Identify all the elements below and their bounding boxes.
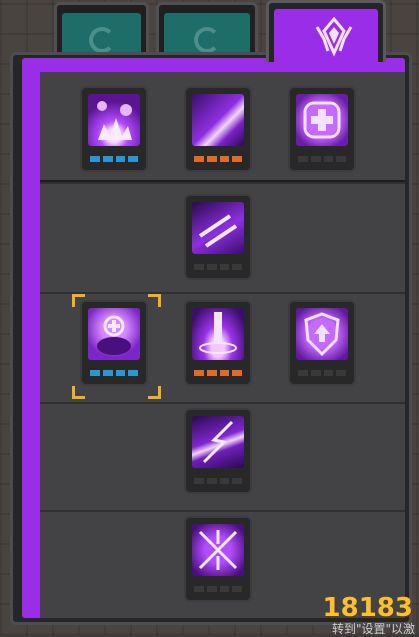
- sword-pillar-icon: [192, 308, 244, 360]
- blades-shape: [198, 530, 238, 570]
- skill-slot[interactable]: [288, 86, 356, 172]
- pet-shape: [97, 315, 131, 355]
- skill-slot[interactable]: [184, 86, 252, 172]
- skill-slot[interactable]: [184, 408, 252, 494]
- skill-level-bar: [194, 478, 242, 484]
- skill-level-bar: [298, 156, 346, 162]
- selection-corner: [72, 386, 85, 399]
- shield-shape: [304, 312, 340, 357]
- purple-crest-icon: [315, 17, 353, 57]
- selection-corner: [72, 294, 85, 307]
- skill-level-bar: [194, 586, 242, 592]
- pet-shield-icon: [88, 308, 140, 360]
- lightning-shape: [202, 420, 234, 464]
- burst-shape: [97, 101, 132, 140]
- skill-slot[interactable]: [184, 194, 252, 280]
- watermark-logo: 18183: [322, 593, 413, 623]
- swords-shape: [198, 214, 238, 248]
- skill-level-bar: [298, 370, 346, 376]
- tab-3-face: [274, 9, 378, 62]
- skill-slot-selected[interactable]: [80, 300, 148, 386]
- skill-slot[interactable]: [184, 300, 252, 386]
- skill-slot[interactable]: [288, 300, 356, 386]
- selection-corner: [148, 294, 161, 307]
- swirl-icon: [194, 26, 220, 53]
- twin-swords-icon: [192, 202, 244, 254]
- swirl-icon: [88, 26, 115, 53]
- skill-slot[interactable]: [80, 86, 148, 172]
- purple-slash-icon: [192, 94, 244, 146]
- skill-slot[interactable]: [184, 516, 252, 602]
- purple-burst-icon: [88, 94, 140, 146]
- cross-shape: [303, 101, 341, 139]
- heal-cross-icon: [296, 94, 348, 146]
- watermark-subtext: 转到"设置"以激: [331, 622, 415, 636]
- tab-3-active[interactable]: [266, 0, 386, 62]
- skill-level-bar: [90, 370, 138, 376]
- skill-level-bar: [194, 156, 242, 162]
- selection-corner: [148, 386, 161, 399]
- skill-level-bar: [90, 156, 138, 162]
- pillar-shape: [199, 312, 237, 354]
- skill-level-bar: [194, 264, 242, 270]
- crossed-blades-icon: [192, 524, 244, 576]
- armor-up-shield-icon: [296, 308, 348, 360]
- skill-level-bar: [194, 370, 242, 376]
- lightning-slash-icon: [192, 416, 244, 468]
